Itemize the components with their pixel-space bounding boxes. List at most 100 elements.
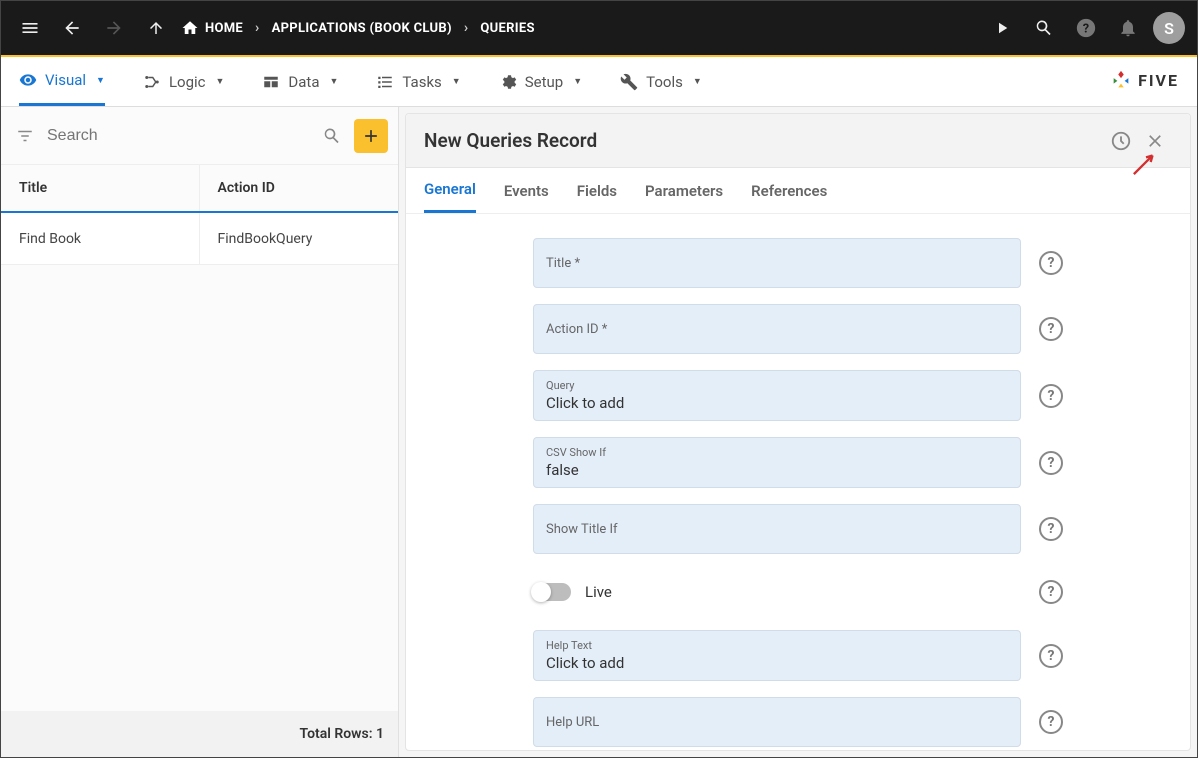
search-topbar-icon[interactable] [1027,11,1061,45]
search-input[interactable] [47,127,310,145]
column-action-id[interactable]: Action ID [200,165,399,211]
logo-text: FIVE [1138,71,1179,90]
close-icon[interactable] [1138,124,1172,158]
menu-icon[interactable] [13,11,47,45]
back-icon[interactable] [55,11,89,45]
chevron-down-icon: ▼ [573,76,582,87]
field-label: Action ID * [546,322,1008,337]
title-field[interactable]: Title * [533,238,1021,288]
table-icon [262,73,280,91]
action-id-field[interactable]: Action ID * [533,304,1021,354]
field-value: Click to add [546,394,1008,412]
field-help-icon[interactable]: ? [1039,384,1063,408]
navtab-setup[interactable]: Setup ▼ [499,57,582,106]
brand-logo: FIVE [1110,69,1179,91]
left-footer: Total Rows: 1 [1,711,398,757]
field-label: Query [546,379,1008,392]
breadcrumb-home[interactable]: HOME [181,19,243,37]
topbar: HOME › APPLICATIONS (BOOK CLUB) › QUERIE… [1,1,1197,57]
navtab-label: Tools [646,73,683,91]
show-title-if-field[interactable]: Show Title If [533,504,1021,554]
help-icon[interactable]: ? [1069,11,1103,45]
logo-icon [1110,69,1132,91]
help-url-field[interactable]: Help URL [533,697,1021,747]
chevron-down-icon: ▼ [693,76,702,87]
history-icon[interactable] [1104,124,1138,158]
column-title[interactable]: Title [1,165,200,211]
field-value: false [546,461,1008,479]
breadcrumb-home-label: HOME [205,21,243,36]
field-help-icon[interactable]: ? [1039,644,1063,668]
navtab-label: Data [288,73,319,91]
field-label: Show Title If [546,522,1008,537]
field-label: CSV Show If [546,446,1008,459]
field-help-icon[interactable]: ? [1039,451,1063,475]
form-scroll[interactable]: Title * ? Action ID * ? Query Click to a… [406,214,1190,750]
subtab-parameters[interactable]: Parameters [645,168,723,213]
search-icon[interactable] [318,122,346,150]
navtab-data[interactable]: Data ▼ [262,57,338,106]
field-label: Help URL [546,715,1008,730]
right-panel: New Queries Record General Events Fields… [405,113,1191,751]
subtab-fields[interactable]: Fields [577,168,617,213]
navtabs: Visual▼ Logic ▼ Data ▼ Tasks ▼ Setup ▼ Tools… [1,57,1197,107]
svg-text:?: ? [1083,22,1089,37]
table-header: Title Action ID [1,165,398,213]
navtab-label: Setup [525,73,563,91]
field-help-icon[interactable]: ? [1039,251,1063,275]
subtabs: General Events Fields Parameters Referen… [406,168,1190,214]
field-value: Click to add [546,654,1008,672]
field-help-icon[interactable]: ? [1039,710,1063,734]
gear-icon [499,73,517,91]
navtab-label: Logic [169,73,206,91]
up-icon[interactable] [139,11,173,45]
home-icon [181,19,199,37]
navtab-label: Tasks [402,73,441,91]
right-header: New Queries Record [406,114,1190,168]
run-icon[interactable] [985,11,1019,45]
tools-icon [620,73,638,91]
csv-show-if-field[interactable]: CSV Show If false [533,437,1021,488]
forward-icon [97,11,131,45]
avatar-initial: S [1164,19,1174,38]
chevron-right-icon: › [255,20,260,36]
breadcrumb-item-applications[interactable]: APPLICATIONS (BOOK CLUB) [272,21,452,36]
row-action-id: FindBookQuery [200,213,399,264]
chevron-down-icon: ▼ [452,76,461,87]
search-row [1,107,398,165]
left-panel: Title Action ID Find Book FindBookQuery … [1,107,399,757]
query-field[interactable]: Query Click to add [533,370,1021,421]
eye-icon [19,71,37,89]
subtab-general[interactable]: General [424,168,476,213]
avatar[interactable]: S [1153,12,1185,44]
breadcrumb-item-queries[interactable]: QUERIES [480,21,534,36]
page-title: New Queries Record [424,129,597,152]
subtab-references[interactable]: References [751,168,827,213]
bell-icon[interactable] [1111,11,1145,45]
chevron-down-icon: ▼ [330,76,339,87]
breadcrumb: HOME › APPLICATIONS (BOOK CLUB) › QUERIE… [181,19,535,37]
logic-icon [143,73,161,91]
total-rows-label: Total Rows: 1 [300,726,384,742]
navtab-tasks[interactable]: Tasks ▼ [376,57,460,106]
navtab-logic[interactable]: Logic ▼ [143,57,224,106]
plus-icon [361,126,381,146]
help-text-field[interactable]: Help Text Click to add [533,630,1021,681]
navtab-tools[interactable]: Tools ▼ [620,57,702,106]
field-help-icon[interactable]: ? [1039,517,1063,541]
field-label: Help Text [546,639,1008,652]
chevron-down-icon: ▼ [96,75,105,86]
live-label: Live [585,583,1025,601]
field-help-icon[interactable]: ? [1039,580,1063,604]
row-title: Find Book [1,213,200,264]
navtab-visual[interactable]: Visual▼ [19,57,105,106]
subtab-events[interactable]: Events [504,168,549,213]
table-row[interactable]: Find Book FindBookQuery [1,213,398,265]
add-button[interactable] [354,119,388,153]
filter-icon[interactable] [11,122,39,150]
field-help-icon[interactable]: ? [1039,317,1063,341]
chevron-right-icon: › [464,20,469,36]
field-label: Title * [546,256,1008,271]
chevron-down-icon: ▼ [216,76,225,87]
live-toggle[interactable] [533,583,571,601]
